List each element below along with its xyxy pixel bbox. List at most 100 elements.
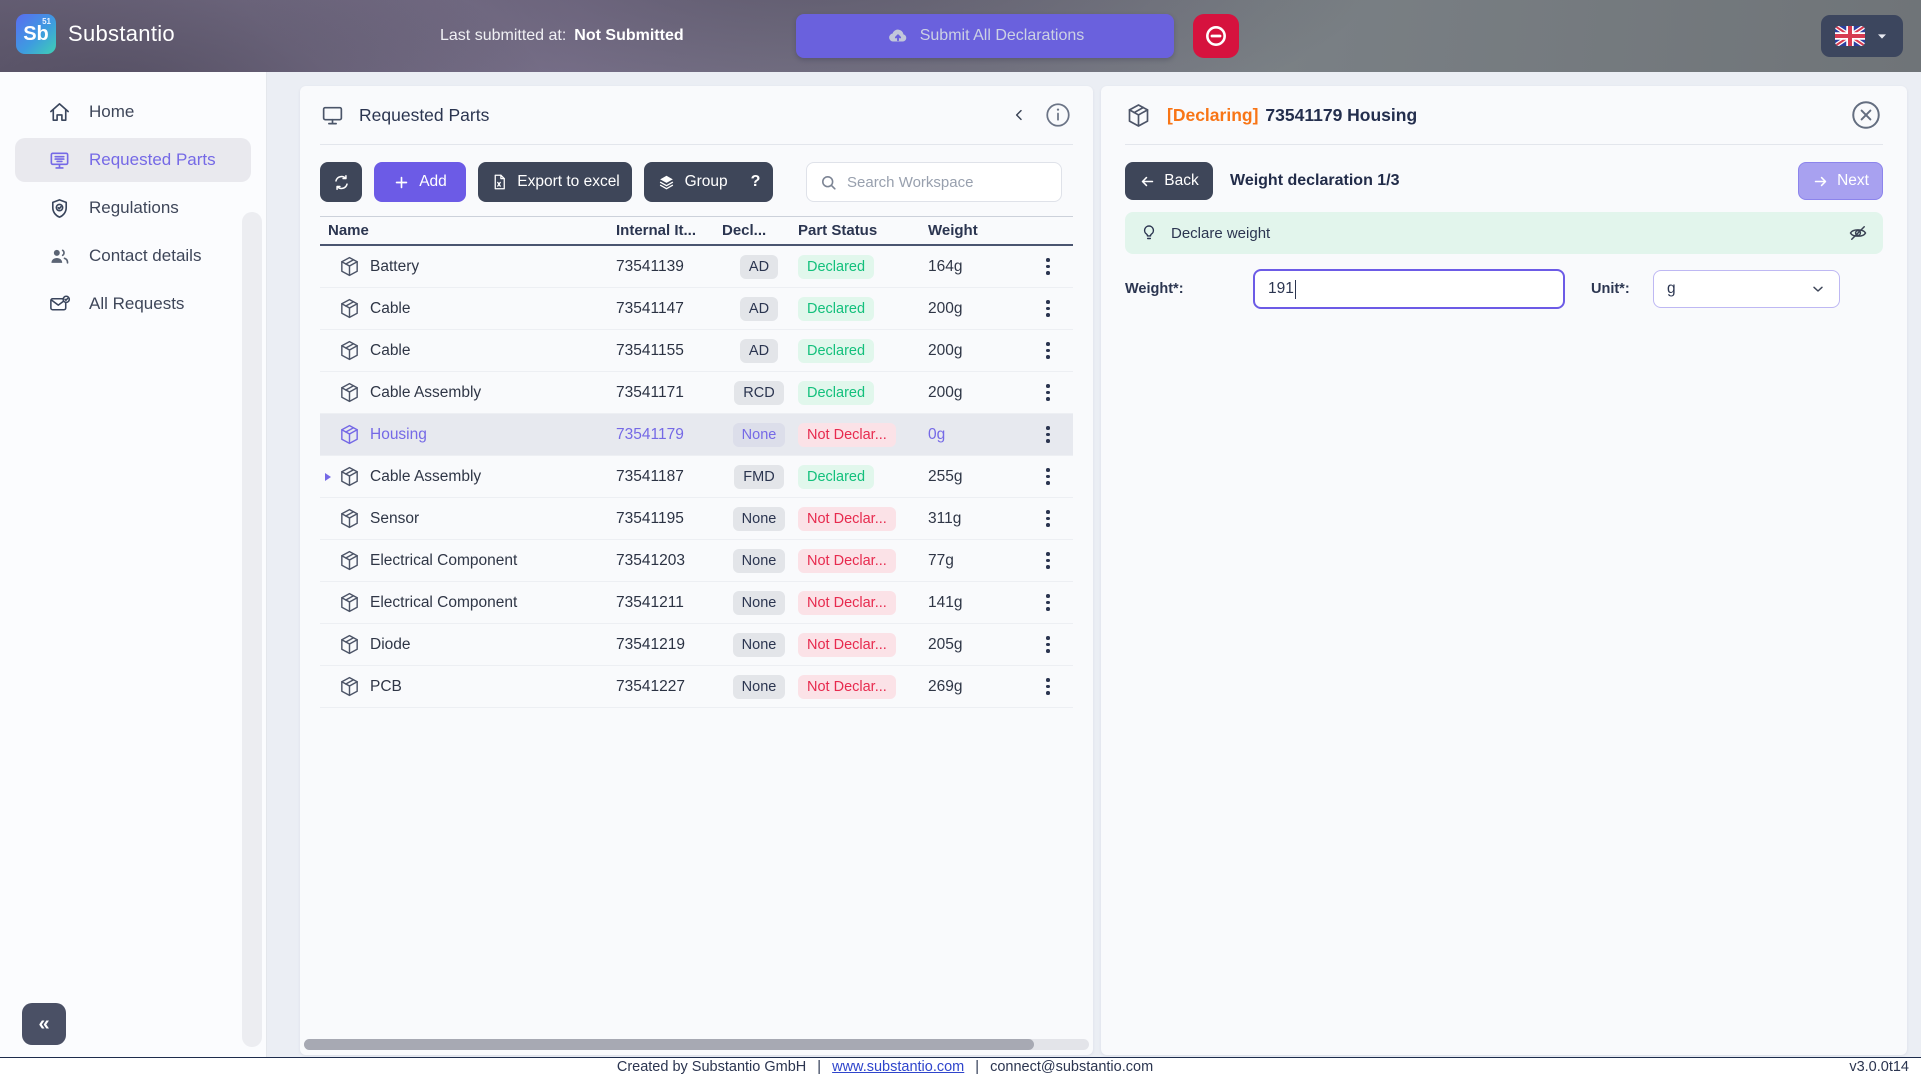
part-name: Electrical Component [370,552,517,570]
package-icon [338,423,361,446]
unit-select[interactable]: g [1653,270,1840,308]
declaration-item-title: 73541179 Housing [1265,105,1417,126]
sidebar-item-all-requests[interactable]: All Requests [15,282,251,326]
row-menu-button[interactable] [1042,254,1054,279]
add-part-button[interactable]: Add [374,162,466,202]
parts-toolbar: Add Export to excel Group ? [320,162,1073,202]
part-name: Sensor [370,510,419,528]
chevron-down-icon [1810,281,1826,297]
row-menu-button[interactable] [1042,296,1054,321]
part-name: Cable [370,342,411,360]
row-menu-button[interactable] [1042,464,1054,489]
part-name: Electrical Component [370,594,517,612]
table-row[interactable]: PCB 73541227 None Not Declar... 269g [320,666,1073,708]
group-help-icon[interactable]: ? [751,173,761,191]
declaration-panel: [Declaring] 73541179 Housing Back Weight… [1101,86,1907,1055]
eye-off-icon[interactable] [1847,222,1869,244]
table-row[interactable]: Cable Assembly 73541171 RCD Declared 200… [320,372,1073,414]
table-header: Name Internal It... Decl... Part Status … [320,216,1073,246]
wizard-step-title: Weight declaration 1/3 [1230,172,1400,190]
row-menu-button[interactable] [1042,380,1054,405]
hint-text: Declare weight [1171,225,1270,242]
part-weight: 164g [928,258,1023,276]
declaring-status-label: [Declaring] [1167,105,1258,126]
column-header-part-status[interactable]: Part Status [798,222,928,239]
search-icon [819,173,838,192]
search-input[interactable] [847,174,1049,191]
sidebar-collapse-button[interactable]: « [22,1003,66,1045]
table-row[interactable]: Electrical Component 73541211 None Not D… [320,582,1073,624]
group-button[interactable]: Group ? [644,162,773,202]
sidebar-item-label: Contact details [89,246,201,266]
declaration-panel-header: [Declaring] 73541179 Housing [1125,86,1883,145]
row-menu-button[interactable] [1042,632,1054,657]
sidebar-item-requested-parts[interactable]: Requested Parts [15,138,251,182]
part-status-badge: Not Declar... [798,633,896,657]
back-button[interactable]: Back [1125,162,1213,200]
topbar: Sb 51 Substantio Last submitted at: Not … [0,0,1921,72]
submit-all-declarations-button[interactable]: Submit All Declarations [796,14,1174,58]
info-icon[interactable] [1043,100,1073,130]
part-weight: 255g [928,468,1023,486]
column-header-weight[interactable]: Weight [928,222,1023,239]
internal-item-number: 73541219 [616,636,720,654]
column-header-declaration[interactable]: Decl... [720,222,798,239]
table-row[interactable]: Cable 73541147 AD Declared 200g [320,288,1073,330]
expand-arrow-icon[interactable] [320,473,336,481]
table-row[interactable]: Electrical Component 73541203 None Not D… [320,540,1073,582]
group-button-label: Group [685,173,728,191]
sidebar-item-contact-details[interactable]: Contact details [15,234,251,278]
package-icon [338,507,361,530]
close-panel-button[interactable] [1849,98,1883,132]
language-selector[interactable] [1821,15,1903,57]
horizontal-scrollbar-thumb[interactable] [304,1039,1034,1050]
part-weight: 77g [928,552,1023,570]
part-name: Housing [370,426,427,444]
monitor-icon [320,103,345,128]
sidebar-item-label: Home [89,102,134,122]
table-row[interactable]: Diode 73541219 None Not Declar... 205g [320,624,1073,666]
table-row[interactable]: Housing 73541179 None Not Declar... 0g [320,414,1073,456]
sidebar-scrollbar[interactable] [242,212,262,1047]
cloud-upload-icon [886,24,910,48]
table-row[interactable]: Cable 73541155 AD Declared 200g [320,330,1073,372]
row-menu-button[interactable] [1042,422,1054,447]
next-button[interactable]: Next [1798,162,1883,200]
row-menu-button[interactable] [1042,338,1054,363]
footer-website-link[interactable]: www.substantio.com [832,1059,964,1075]
sidebar-item-regulations[interactable]: Regulations [15,186,251,230]
shield-check-icon [48,197,71,220]
chevron-left-icon[interactable] [1011,107,1027,123]
text-cursor [1295,280,1297,299]
plus-icon [393,174,410,191]
row-menu-button[interactable] [1042,548,1054,573]
row-menu-button[interactable] [1042,674,1054,699]
footer-created-by: Created by Substantio GmbH [617,1059,806,1075]
part-status-badge: Declared [798,255,874,279]
export-to-excel-button[interactable]: Export to excel [478,162,632,202]
declaration-type-badge: AD [740,339,778,363]
requested-parts-panel: Requested Parts Add [300,86,1093,1055]
table-row[interactable]: Battery 73541139 AD Declared 164g [320,246,1073,288]
internal-item-number: 73541187 [616,468,720,486]
column-header-internal-item[interactable]: Internal It... [616,222,720,239]
table-row[interactable]: Cable Assembly 73541187 FMD Declared 255… [320,456,1073,498]
row-menu-button[interactable] [1042,590,1054,615]
table-row[interactable]: Sensor 73541195 None Not Declar... 311g [320,498,1073,540]
export-button-label: Export to excel [517,173,620,191]
refresh-icon [332,173,351,192]
sidebar-item-label: Requested Parts [89,150,216,170]
horizontal-scrollbar[interactable] [304,1039,1089,1050]
weight-input[interactable]: 191 [1253,269,1565,309]
sidebar-item-home[interactable]: Home [15,90,251,134]
row-menu-button[interactable] [1042,506,1054,531]
internal-item-number: 73541203 [616,552,720,570]
stop-submissions-button[interactable] [1193,14,1239,58]
declaration-type-badge: None [733,507,786,531]
column-header-name[interactable]: Name [320,222,616,239]
package-icon [338,339,361,362]
package-icon [1125,102,1152,129]
part-name: Cable [370,300,411,318]
declaration-type-badge: None [733,633,786,657]
refresh-button[interactable] [320,162,362,202]
